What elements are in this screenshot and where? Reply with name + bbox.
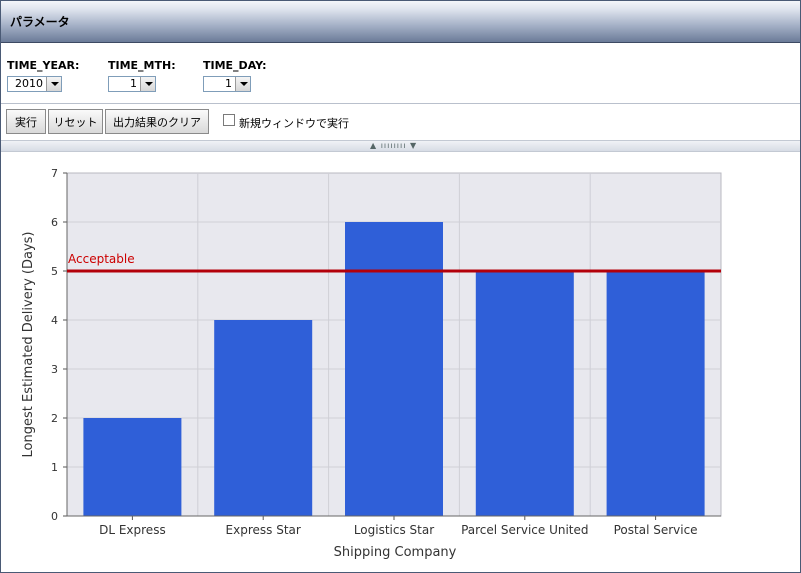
y-tick-label: 3 (51, 363, 58, 376)
select-value: 1 (225, 77, 232, 90)
select-value: 1 (130, 77, 137, 90)
bar (475, 271, 574, 516)
x-tick-label: Parcel Service United (461, 523, 588, 537)
x-tick-label: Express Star (226, 523, 301, 537)
y-tick-label: 1 (51, 461, 58, 474)
chevron-down-icon[interactable] (140, 77, 155, 91)
new-window-label: 新規ウィンドウで実行 (239, 117, 349, 130)
param-label: TIME_YEAR: (7, 59, 80, 72)
y-tick-label: 7 (51, 167, 58, 180)
param-time-year: TIME_YEAR: 2010 (7, 59, 79, 92)
bar (345, 222, 443, 516)
y-tick-label: 0 (51, 510, 58, 523)
time-day-select[interactable]: 1 (203, 76, 251, 92)
x-tick-label: DL Express (99, 523, 166, 537)
param-label: TIME_MTH: (108, 59, 176, 72)
panel-splitter[interactable]: ▲ ıııııııı ▼ (1, 140, 800, 152)
parameters-panel: TIME_YEAR: 2010 TIME_MTH: 1 TIME_DAY: 1 (1, 44, 800, 102)
x-axis-title: Shipping Company (334, 545, 457, 560)
y-tick-label: 6 (51, 216, 58, 229)
param-label: TIME_DAY: (203, 59, 267, 72)
clear-output-button[interactable]: 出力結果のクリア (105, 109, 209, 134)
time-mth-select[interactable]: 1 (108, 76, 156, 92)
chevron-down-icon[interactable] (235, 77, 250, 91)
delivery-bar-chart: 0 1 2 3 4 5 6 7 DL Express Express Star Logistics … (21, 167, 722, 560)
splitter-grip-icon[interactable]: ▲ ıııııııı ▼ (370, 141, 417, 151)
chevron-down-icon[interactable] (46, 77, 61, 91)
x-tick-label: Logistics Star (354, 523, 434, 537)
bar (83, 418, 182, 516)
bar (214, 320, 313, 516)
parameters-header: パラメータ (1, 1, 800, 43)
x-tick-label: Postal Service (614, 523, 698, 537)
param-time-mth: TIME_MTH: 1 (108, 59, 176, 92)
threshold-label: Acceptable (68, 252, 135, 266)
param-time-day: TIME_DAY: 1 (203, 59, 267, 92)
y-tick-label: 5 (51, 265, 58, 278)
new-window-checkbox[interactable] (223, 114, 235, 126)
y-tick-label: 4 (51, 314, 58, 327)
y-tick-label: 2 (51, 412, 58, 425)
header-title: パラメータ (10, 15, 70, 29)
time-year-select[interactable]: 2010 (7, 76, 62, 92)
bar (606, 271, 705, 516)
reset-button[interactable]: リセット (48, 109, 103, 134)
run-button[interactable]: 実行 (6, 109, 46, 134)
y-axis-title: Longest Estimated Delivery (Days) (21, 232, 36, 458)
select-value: 2010 (15, 77, 43, 90)
action-toolbar: 実行 リセット 出力結果のクリア 新規ウィンドウで実行 (1, 104, 800, 140)
